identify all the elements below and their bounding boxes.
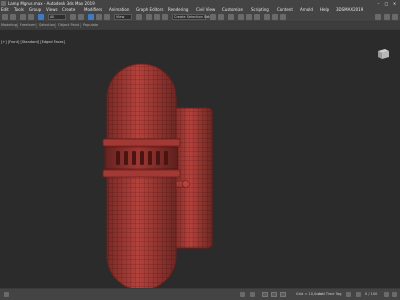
- lamp-model[interactable]: [0, 30, 400, 289]
- angle-snap-icon[interactable]: [154, 14, 160, 20]
- auto-key-icon[interactable]: [346, 292, 351, 297]
- maximize-button[interactable]: □: [383, 0, 390, 7]
- named-selection-sets-value: Create Selection Set: [174, 15, 210, 19]
- redo-icon[interactable]: [10, 14, 16, 20]
- undo-icon[interactable]: [2, 14, 8, 20]
- ribbon-divider: [17, 23, 18, 28]
- add-time-tag-button[interactable]: Add Time Tag: [318, 292, 342, 297]
- play-icon[interactable]: [356, 292, 361, 297]
- close-button[interactable]: ✕: [391, 0, 398, 7]
- percent-snap-icon[interactable]: [162, 14, 168, 20]
- layer-explorer-icon[interactable]: [228, 14, 234, 20]
- move-icon[interactable]: [88, 14, 94, 20]
- window-title: Lamp Mgrus.max - Autodesk 3ds Max 2019: [8, 1, 95, 6]
- snaps-toggle-icon[interactable]: [146, 14, 152, 20]
- select-object-icon[interactable]: [38, 14, 44, 20]
- z-coordinate-field[interactable]: [280, 292, 286, 297]
- ribbon-divider: [80, 23, 81, 28]
- schematic-view-icon[interactable]: [246, 14, 252, 20]
- ribbon-tab-selection[interactable]: Selection: [39, 23, 55, 28]
- named-selection-sets-dropdown[interactable]: Create Selection Set: [172, 14, 210, 20]
- zoom-extents-icon[interactable]: [384, 292, 389, 297]
- y-coordinate-field[interactable]: [271, 292, 277, 297]
- status-bar: Grid = 10,0cm Add Time Tag 0 / 100: [0, 288, 400, 300]
- ribbon-tab-populate[interactable]: Populate: [83, 23, 98, 28]
- title-bar: Lamp Mgrus.max - Autodesk 3ds Max 2019 –…: [0, 0, 400, 7]
- mirror-icon[interactable]: [210, 14, 216, 20]
- main-toolbar: All View Create Selection Set: [0, 12, 400, 22]
- pivot-center-icon[interactable]: [136, 14, 142, 20]
- scale-icon[interactable]: [104, 14, 110, 20]
- frame-counter: 0 / 100: [365, 292, 378, 296]
- reference-coordinate-dropdown[interactable]: View: [114, 14, 132, 20]
- unlink-icon[interactable]: [28, 14, 34, 20]
- wall-plate: [171, 107, 213, 249]
- ribbon-divider: [36, 23, 37, 28]
- render-production-icon[interactable]: [280, 14, 286, 20]
- maxscript-listener-icon[interactable]: [4, 292, 9, 297]
- minimize-button[interactable]: –: [375, 0, 382, 7]
- align-icon[interactable]: [218, 14, 224, 20]
- lock-selection-icon[interactable]: [240, 292, 245, 297]
- help-icon[interactable]: [392, 14, 398, 20]
- ribbon-divider: [55, 23, 56, 28]
- selection-filter-value: All: [50, 15, 55, 19]
- 3dsmax-logo-icon[interactable]: [1, 1, 6, 6]
- material-editor-icon[interactable]: [254, 14, 260, 20]
- rectangular-selection-icon[interactable]: [78, 14, 84, 20]
- render-setup-icon[interactable]: [264, 14, 270, 20]
- selection-filter-dropdown[interactable]: All: [48, 14, 66, 20]
- account-icon[interactable]: [384, 14, 390, 20]
- select-by-name-icon[interactable]: [70, 14, 76, 20]
- rendered-frame-window-icon[interactable]: [272, 14, 278, 20]
- ribbon-tab-modeling[interactable]: Modeling: [1, 23, 17, 28]
- ribbon-tab-object-paint[interactable]: Object Paint: [58, 23, 79, 28]
- ribbon: Modeling Freeform Selection Object Paint…: [0, 22, 400, 29]
- x-coordinate-field[interactable]: [262, 292, 268, 297]
- workspaces-icon[interactable]: [375, 14, 381, 20]
- curve-editor-icon[interactable]: [238, 14, 244, 20]
- link-icon[interactable]: [20, 14, 26, 20]
- rotate-icon[interactable]: [96, 14, 102, 20]
- reference-coordinate-value: View: [116, 15, 125, 19]
- orbit-icon[interactable]: [392, 292, 397, 297]
- ribbon-tab-freeform[interactable]: Freeform: [20, 23, 36, 28]
- absolute-mode-icon[interactable]: [250, 292, 255, 297]
- viewport[interactable]: [+] [Front] [Standard] [Edged Faces]: [0, 29, 400, 289]
